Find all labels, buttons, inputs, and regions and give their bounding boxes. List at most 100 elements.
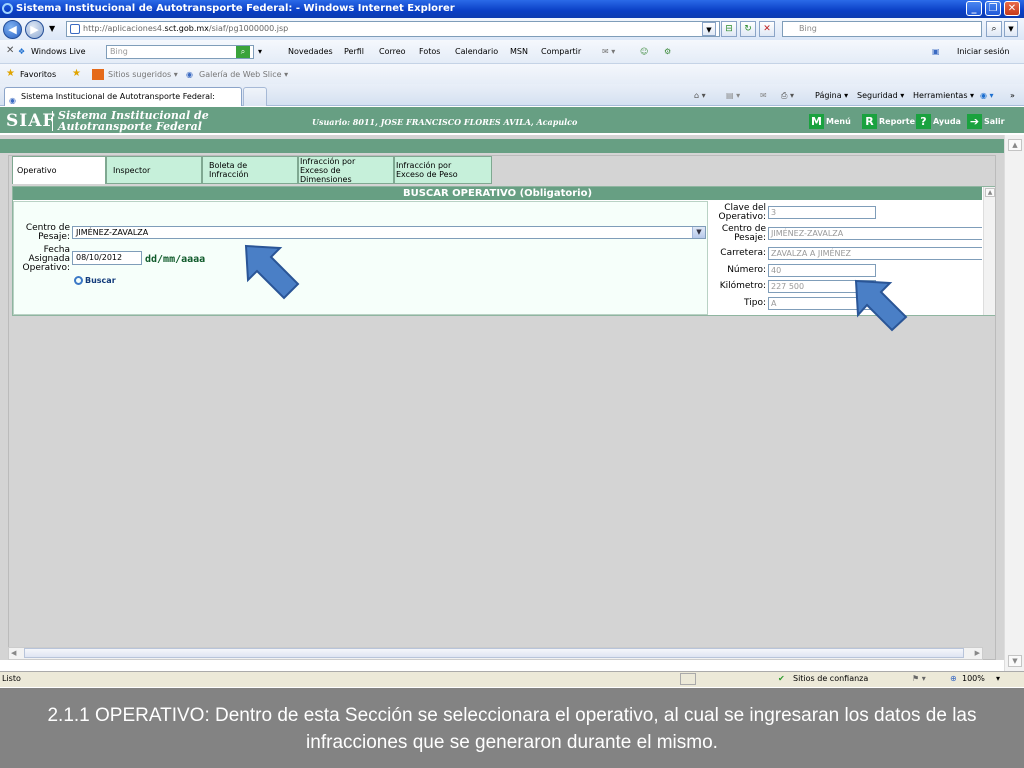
fecha-label-line3: Operativo:: [22, 263, 70, 273]
clave-label: Clave del Operativo:: [709, 204, 766, 222]
help-icon[interactable]: ◉ ▾: [980, 91, 994, 100]
tab-exceso-dimensiones[interactable]: Infracción por Exceso de Dimensiones: [298, 156, 394, 184]
live-search-options-icon[interactable]: ▾: [258, 47, 262, 56]
centro-label: Centro de Pesaje:: [14, 224, 70, 242]
annotation-arrow-left: [244, 244, 300, 300]
carretera-label: Carretera:: [720, 248, 766, 258]
profile-icon[interactable]: ⚙: [664, 47, 671, 56]
clave-field: 3: [768, 206, 876, 219]
home-icon[interactable]: ⌂ ▾: [694, 91, 706, 100]
help-button[interactable]: ? Ayuda: [916, 114, 961, 129]
siaf-header: SIAF Sistema Institucional de Autotransp…: [0, 107, 1024, 135]
live-search-icon[interactable]: ⌕: [236, 46, 250, 58]
favorites-star-icon: ★: [6, 68, 15, 79]
status-panel-icon: [680, 673, 696, 685]
mail-icon[interactable]: ✉ ▾: [602, 47, 615, 56]
url-dropdown-icon[interactable]: ▼: [702, 22, 716, 36]
feeds-icon[interactable]: ▤ ▾: [726, 91, 740, 100]
zoom-dropdown-icon[interactable]: ▾: [996, 672, 1000, 686]
more-commands-icon[interactable]: »: [1010, 91, 1015, 100]
tab-inspector[interactable]: Inspector: [106, 156, 202, 184]
panel-scrollbar[interactable]: ▲: [983, 187, 995, 315]
zoom-level[interactable]: 100%: [962, 672, 985, 686]
browser-tab-active[interactable]: ◉ Sistema Institucional de Autotransport…: [4, 87, 242, 106]
exit-button[interactable]: ➔ Salir: [967, 114, 1005, 129]
stop-icon[interactable]: ✕: [759, 21, 775, 37]
minimize-button[interactable]: _: [966, 1, 982, 16]
search-icon[interactable]: ⌕: [986, 21, 1002, 37]
date-format-hint: dd/mm/aaaa: [145, 254, 206, 265]
window-title: Sistema Institucional de Autotransporte …: [16, 3, 455, 14]
chevron-down-icon[interactable]: ▼: [692, 227, 705, 238]
exit-arrow-icon: ➔: [967, 114, 982, 129]
signin-link[interactable]: Iniciar sesión: [957, 47, 1009, 56]
horizontal-scroll-thumb[interactable]: [24, 648, 964, 658]
tab-operativo[interactable]: Operativo: [12, 156, 106, 184]
search-button[interactable]: Buscar: [74, 276, 116, 285]
security-menu[interactable]: Seguridad ▾: [857, 91, 904, 100]
favorites-button[interactable]: Favoritos: [20, 70, 56, 79]
messenger-icon[interactable]: ☺: [640, 47, 648, 56]
browser-tab-title: Sistema Institucional de Autotransporte …: [21, 92, 215, 101]
search-input[interactable]: Bing: [782, 21, 982, 37]
search-placeholder: Bing: [799, 24, 817, 33]
tipo-value: A: [771, 299, 777, 308]
browser-tab-row: ◉ Sistema Institucional de Autotransport…: [0, 84, 1024, 106]
scroll-down-icon[interactable]: ▼: [1008, 655, 1022, 667]
search-button-label: Buscar: [85, 276, 116, 285]
live-item-novedades[interactable]: Novedades: [288, 47, 333, 56]
print-icon[interactable]: ⎙ ▾: [781, 91, 794, 101]
protected-mode-icon[interactable]: ⚑ ▾: [912, 672, 926, 686]
centro-pesaje-select[interactable]: JIMÉNEZ-ZAVALZA ▼: [72, 226, 706, 239]
menu-button[interactable]: M Menú: [809, 114, 851, 129]
live-item-fotos[interactable]: Fotos: [419, 47, 440, 56]
scroll-right-icon[interactable]: ▶: [975, 649, 980, 657]
status-text: Listo: [2, 674, 21, 683]
webslice-gallery-link[interactable]: Galería de Web Slice ▾: [199, 70, 288, 79]
tab-boleta[interactable]: Boleta de Infracción: [202, 156, 298, 184]
suggested-sites-link[interactable]: Sitios sugeridos ▾: [108, 70, 178, 79]
url-domain: sct.gob.mx: [164, 24, 209, 33]
maximize-button[interactable]: ❐: [985, 1, 1001, 16]
tab-exceso-peso[interactable]: Infracción por Exceso de Peso: [394, 156, 492, 184]
tab-inspector-label: Inspector: [113, 166, 151, 175]
exit-label: Salir: [984, 117, 1005, 126]
live-item-compartir[interactable]: Compartir: [541, 47, 581, 56]
report-button[interactable]: R Reporte: [862, 114, 915, 129]
zone-text: Sitios de confianza: [793, 674, 869, 683]
clave-value: 3: [771, 208, 777, 217]
siaf-subtitle: Sistema Institucional de Autotransporte …: [58, 110, 209, 132]
refresh-icon[interactable]: ↻: [740, 21, 756, 37]
live-item-correo[interactable]: Correo: [379, 47, 406, 56]
menu-label: Menú: [826, 117, 851, 126]
close-window-button[interactable]: ✕: [1004, 1, 1020, 16]
fecha-input[interactable]: 08/10/2012: [72, 251, 142, 265]
live-item-calendario[interactable]: Calendario: [455, 47, 498, 56]
search-options-icon[interactable]: ▼: [1004, 21, 1018, 37]
ie-logo-icon: [2, 3, 13, 14]
help-question-icon: ?: [916, 114, 931, 129]
compatibility-icon[interactable]: ⊟: [721, 21, 737, 37]
history-dropdown-icon[interactable]: ▼: [49, 24, 55, 33]
url-input[interactable]: http://aplicaciones4.sct.gob.mx/siaf/pg1…: [66, 21, 720, 37]
windows-live-label[interactable]: Windows Live: [31, 47, 86, 56]
scroll-up-icon[interactable]: ▲: [1008, 139, 1022, 151]
report-label: Reporte: [879, 117, 916, 126]
back-button[interactable]: ◀: [3, 20, 22, 39]
forward-button[interactable]: ▶: [25, 20, 44, 39]
scroll-left-icon[interactable]: ◀: [11, 649, 16, 657]
page-menu[interactable]: Página ▾: [815, 91, 848, 100]
live-search-input[interactable]: Bing: [106, 45, 254, 59]
close-toolbar-icon[interactable]: ✕: [6, 45, 14, 56]
url-suffix: /siaf/pg1000000.jsp: [208, 24, 289, 33]
add-favorite-icon[interactable]: ★: [72, 68, 81, 79]
centro-pesaje-value: JIMÉNEZ-ZAVALZA: [76, 228, 149, 237]
vertical-scrollbar[interactable]: ▲ ▼: [1004, 135, 1024, 671]
tools-menu[interactable]: Herramientas ▾: [913, 91, 974, 100]
read-mail-icon[interactable]: ✉: [760, 91, 767, 100]
new-tab-button[interactable]: [243, 87, 267, 106]
signin-icon: ▣: [932, 47, 940, 56]
live-item-msn[interactable]: MSN: [510, 47, 528, 56]
live-item-perfil[interactable]: Perfil: [344, 47, 364, 56]
panel-scroll-up-icon[interactable]: ▲: [985, 188, 995, 197]
